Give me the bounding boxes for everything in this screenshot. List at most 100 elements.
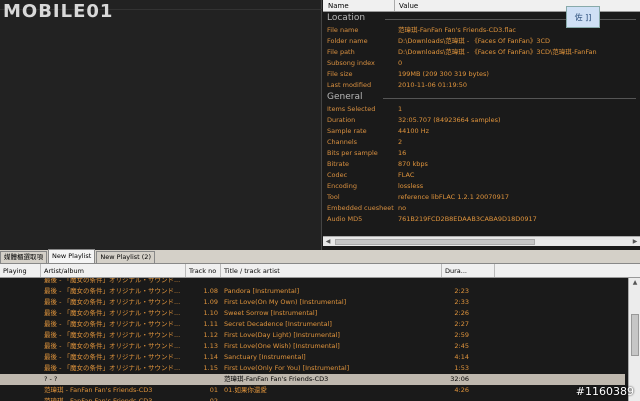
table-row[interactable]: 最後 - 「魔女の条件」オリジナル・サウンド... 1.15 First Love(…: [0, 363, 625, 374]
title-cell: [221, 278, 442, 286]
property-value: reference libFLAC 1.2.1 20070917: [398, 193, 509, 201]
col-header-playing[interactable]: Playing: [0, 264, 41, 277]
property-name: Codec: [327, 171, 348, 179]
property-row[interactable]: Subsong index 0: [323, 58, 640, 69]
property-row[interactable]: Codec FLAC: [323, 170, 640, 181]
title-cell: First Love(One Wish) [Instrumental]: [224, 342, 340, 350]
title-cell: First Love(Day Light) [Instrumental]: [224, 331, 340, 339]
duration-cell: 2:23: [454, 287, 469, 295]
playing-cell: [0, 330, 41, 341]
tab-1[interactable]: New Playlist: [48, 249, 96, 263]
property-row[interactable]: File size 199MB (209 300 319 bytes): [323, 69, 640, 80]
table-row[interactable]: 最後 - 「魔女の条件」オリジナル・サウンド... 1.13 First Love(…: [0, 341, 625, 352]
column-name-header[interactable]: Name: [323, 0, 395, 11]
property-row[interactable]: Duration 32:05.707 (84923664 samples): [323, 115, 640, 126]
track-cell: 01: [209, 386, 218, 394]
table-row[interactable]: 最後 - 「魔女の条件」オリジナル・サウンド... 1.14 Sanctuary […: [0, 352, 625, 363]
table-row[interactable]: 最後 - 「魔女の条件」オリジナル・サウンド... 1.09 First Love(…: [0, 297, 625, 308]
property-row[interactable]: Channels 2: [323, 137, 640, 148]
scroll-up-icon[interactable]: ▲: [629, 278, 640, 288]
table-row[interactable]: 范瑋琪 - FanFan Fan's Friends-CD3 02: [0, 396, 625, 401]
property-name: File path: [327, 48, 355, 56]
property-name: Bitrate: [327, 160, 350, 168]
properties-panel: Name Value Location File name 范瑋琪-FanFan F…: [323, 0, 640, 250]
property-row[interactable]: Last modified 2010-11-06 01:19:50: [323, 80, 640, 91]
scroll-right-icon[interactable]: ▶: [630, 237, 640, 247]
scroll-thumb[interactable]: [631, 314, 639, 356]
artist-cell: 最後 - 「魔女の条件」オリジナル・サウンド...: [44, 309, 181, 317]
artist-cell: 最後 - 「魔女の条件」オリジナル・サウンド...: [44, 342, 181, 350]
table-row[interactable]: 最後 - 「魔女の条件」オリジナル・サウンド... 1.08 Pandora [In…: [0, 286, 625, 297]
property-row[interactable]: Bitrate 870 kbps: [323, 159, 640, 170]
duration-cell: 4:14: [454, 353, 469, 361]
property-value: 0: [398, 59, 403, 67]
track-cell: 1.08: [203, 287, 218, 295]
title-cell: 范瑋琪-FanFan Fan's Friends-CD3: [224, 375, 329, 383]
property-name: Audio MD5: [327, 215, 363, 223]
property-row[interactable]: Bits per sample 16: [323, 148, 640, 159]
playlist-header: Playing Artist/album Track no Title / tr…: [0, 264, 640, 278]
artist-cell: 最後 - 「魔女の条件」オリジナル・サウンド...: [44, 331, 181, 339]
title-cell: First Love(Only For You) [Instrumental]: [224, 364, 350, 372]
title-cell: [221, 396, 442, 401]
duration-cell: [442, 396, 495, 401]
property-name: Bits per sample: [327, 149, 378, 157]
table-row[interactable]: 最後 - 「魔女の条件」オリジナル・サウンド...: [0, 278, 625, 286]
track-cell: 1.12: [203, 331, 218, 339]
playing-cell: [0, 341, 41, 352]
property-row[interactable]: Embedded cuesheet no: [323, 203, 640, 214]
table-row[interactable]: 最後 - 「魔女の条件」オリジナル・サウンド... 1.12 First Love(…: [0, 330, 625, 341]
watermark-logo: MOBILE01: [3, 1, 114, 22]
property-row[interactable]: Items Selected 1: [323, 104, 640, 115]
property-row[interactable]: Folder name D:\Downloads\范瑋琪 - 《Faces Of …: [323, 36, 640, 47]
property-name: Duration: [327, 116, 356, 124]
playlist-body: 最後 - 「魔女の条件」オリジナル・サウンド... 最後 - 「魔女の条件」オリジ…: [0, 278, 640, 401]
property-row[interactable]: File path D:\Downloads\范瑋琪 - 《Faces Of Fa…: [323, 47, 640, 58]
property-name: File name: [327, 26, 359, 34]
col-header-duration[interactable]: Dura...: [442, 264, 495, 277]
playlist-vscrollbar[interactable]: ▲: [628, 278, 640, 401]
artist-cell: 最後 - 「魔女の条件」オリジナル・サウンド...: [44, 287, 181, 295]
duration-cell: [442, 278, 495, 286]
playing-cell: [0, 308, 41, 319]
table-row[interactable]: 最後 - 「魔女の条件」オリジナル・サウンド... 1.11 Secret Deca…: [0, 319, 625, 330]
artist-cell: ? - ?: [44, 375, 58, 383]
group-divider: [383, 98, 636, 99]
group-row[interactable]: ? - ? 范瑋琪-FanFan Fan's Friends-CD3 32:06: [0, 374, 625, 385]
col-header-title[interactable]: Title / track artist: [221, 264, 442, 277]
scroll-left-icon[interactable]: ◀: [323, 237, 333, 247]
properties-hscrollbar[interactable]: ◀ ▶: [323, 236, 640, 246]
property-row[interactable]: Audio MD5 761B219FCD2B8EDAAB3CABA9D18D091…: [323, 214, 640, 225]
tab-2[interactable]: New Playlist (2): [96, 251, 155, 263]
title-cell: Sweet Sorrow [Instrumental]: [224, 309, 318, 317]
property-name: Items Selected: [327, 105, 376, 113]
property-value: 32:05.707 (84923664 samples): [398, 116, 501, 124]
playing-cell: [0, 363, 41, 374]
column-value-header[interactable]: Value: [395, 0, 640, 11]
artist-cell: 最後 - 「魔女の条件」オリジナル・サウンド...: [44, 298, 181, 306]
playlist-tabs: 媒體櫃選取項 New Playlist New Playlist (2): [0, 249, 640, 264]
group-title: Location: [327, 13, 366, 23]
tab-0[interactable]: 媒體櫃選取項: [0, 251, 47, 263]
playing-cell: [0, 297, 41, 308]
property-name: File size: [327, 70, 353, 78]
playing-cell: [0, 286, 41, 297]
playing-cell: [0, 278, 41, 286]
scroll-thumb[interactable]: [335, 239, 535, 245]
property-name: Encoding: [327, 182, 357, 190]
col-header-track[interactable]: Track no: [186, 264, 221, 277]
col-header-artist[interactable]: Artist/album: [41, 264, 186, 277]
property-row[interactable]: Sample rate 44100 Hz: [323, 126, 640, 137]
property-row[interactable]: Encoding lossless: [323, 181, 640, 192]
track-cell: 1.10: [203, 309, 218, 317]
table-row[interactable]: 范瑋琪 - FanFan Fan's Friends-CD3 01 01.如果你還愛…: [0, 385, 625, 396]
property-row[interactable]: Tool reference libFLAC 1.2.1 20070917: [323, 192, 640, 203]
property-name: Folder name: [327, 37, 368, 45]
artist-cell: 最後 - 「魔女の条件」オリジナル・サウンド...: [44, 353, 181, 361]
group-header-general: General: [323, 91, 640, 104]
property-value: lossless: [398, 182, 424, 190]
title-cell: Secret Decadence [Instrumental]: [224, 320, 332, 328]
playlist-view: Playing Artist/album Track no Title / tr…: [0, 264, 640, 401]
table-row[interactable]: 最後 - 「魔女の条件」オリジナル・サウンド... 1.10 Sweet Sorro…: [0, 308, 625, 319]
group-title: General: [327, 92, 363, 102]
